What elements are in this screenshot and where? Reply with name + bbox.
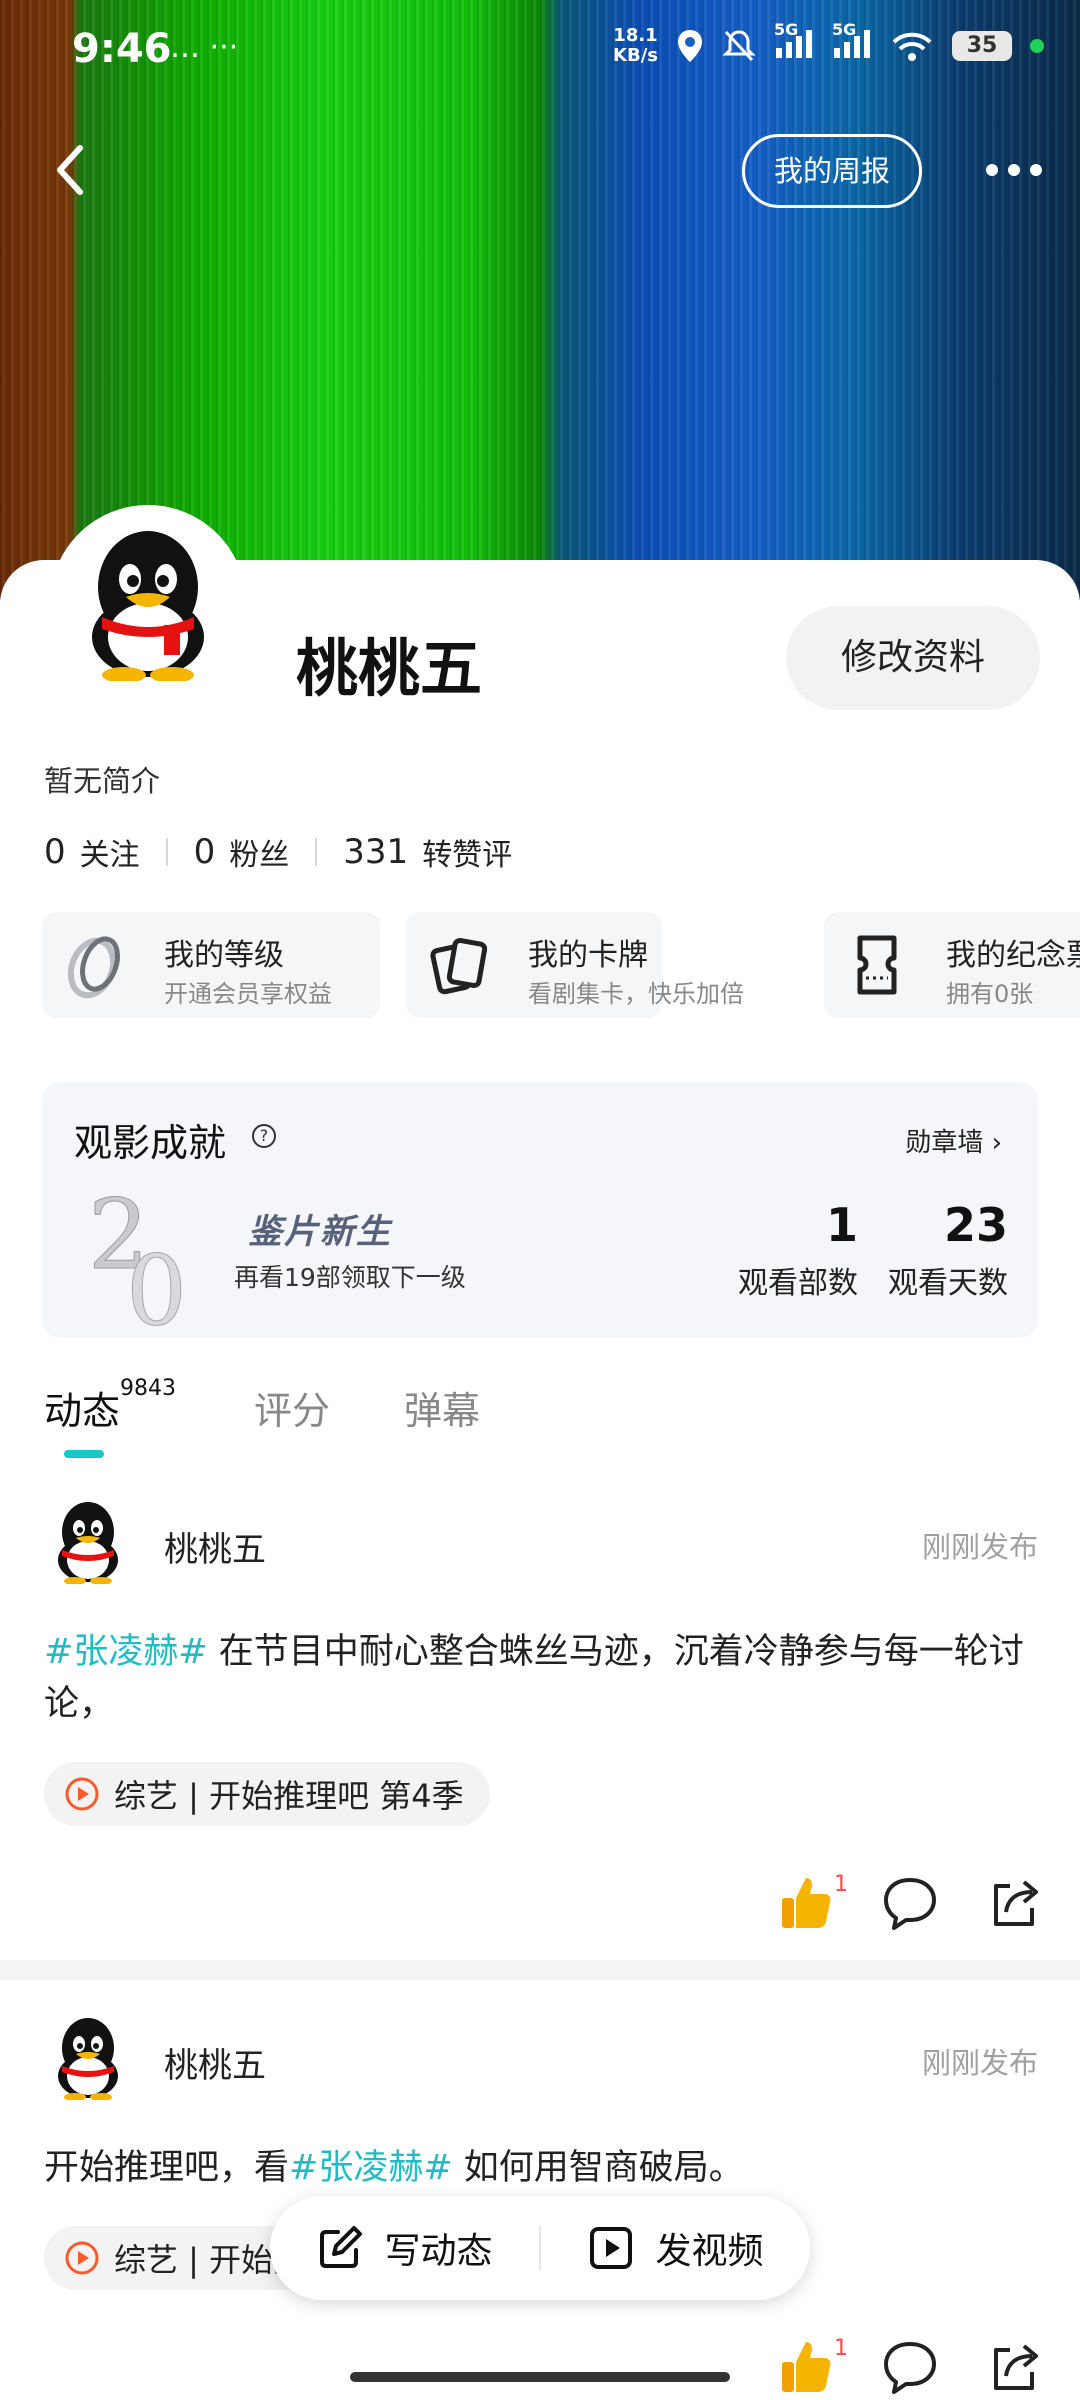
video-play-icon [590, 2227, 633, 2269]
quick-link-tickets[interactable]: 我的纪念票 拥有0张 [824, 912, 1080, 1018]
back-arrow-icon[interactable] [50, 140, 90, 200]
privacy-dot [1030, 39, 1044, 53]
watched-count-label: 观看部数 [738, 1266, 858, 1301]
avatar[interactable] [50, 505, 246, 701]
post-author-name[interactable]: 桃桃五 [164, 2038, 266, 2087]
tab-danmaku[interactable]: 弹幕 [404, 1380, 480, 1435]
home-indicator[interactable] [350, 2372, 730, 2382]
achievement-title: 观影成就 [74, 1121, 227, 1165]
level-badge-icon: 2 0 [88, 1179, 188, 1329]
watched-count-stat: 1 观看部数 [682, 1198, 858, 1302]
post-actions: 1 [776, 2336, 1044, 2396]
post-show-chip[interactable]: 综艺 | 开始推理吧 第4季 [44, 1762, 490, 1826]
post-actions: 1 [776, 1872, 1044, 1932]
post-text: #张凌赫# 在节目中耐心整合蛛丝马迹，沉着冷静参与每一轮讨论， [44, 1632, 1024, 1724]
watch-days-stat: 23 观看天数 [862, 1198, 1008, 1302]
help-icon[interactable]: ? [252, 1124, 276, 1148]
post-video-button[interactable]: 发视频 [541, 2222, 810, 2274]
achievement-level-name: 鉴片新生 [248, 1212, 392, 1252]
chevron-right-icon: › [991, 1128, 1002, 1158]
tab-ratings[interactable]: 评分 [254, 1380, 330, 1435]
more-options-icon[interactable] [982, 150, 1046, 190]
ring-icon [67, 936, 120, 999]
achievement-level-hint: 再看19部领取下一级 [234, 1263, 466, 1292]
play-circle-icon [65, 1777, 99, 1811]
following-count[interactable]: 0 [44, 832, 66, 872]
location-icon [678, 30, 702, 62]
followers-count[interactable]: 0 [194, 832, 216, 872]
quick-links-row: 我的等级 开通会员享权益 我的卡牌 看剧集卡，快乐加倍 我的纪念票 拥有0张 [42, 912, 1080, 1018]
post-hashtag[interactable]: #张凌赫# [289, 2148, 453, 2188]
posts-count-badge: 9843 [120, 1376, 177, 1401]
weekly-report-button[interactable]: 我的周报 [742, 134, 922, 208]
penguin-avatar-icon [92, 531, 204, 681]
author-avatar-icon[interactable] [46, 1500, 130, 1584]
play-circle-icon [65, 2241, 99, 2275]
status-notification-icons: … ··· [170, 30, 239, 65]
quick-link-subtitle: 开通会员享权益 [164, 980, 332, 1008]
ticket-icon [857, 935, 897, 995]
interactions-count[interactable]: 331 [343, 832, 408, 872]
post-text: 开始推理吧，看#张凌赫# 如何用智商破局。 [44, 2148, 744, 2188]
quick-link-cards[interactable]: 我的卡牌 看剧集卡，快乐加倍 [406, 912, 744, 1018]
like-count: 1 [834, 1872, 848, 1897]
cards-icon [430, 938, 488, 995]
watched-count-value: 1 [825, 1198, 858, 1252]
viewing-achievement-card[interactable]: 观影成就 ? 勋章墙 › 2 0 鉴片新生 再看19部领取下一级 1 观看部数 … [42, 1082, 1038, 1338]
quick-link-level[interactable]: 我的等级 开通会员享权益 [42, 912, 380, 1018]
post-hashtag[interactable]: #张凌赫# [44, 1632, 208, 1672]
quick-link-title: 我的纪念票 [946, 938, 1080, 973]
comment-icon[interactable] [880, 1872, 940, 1932]
like-button[interactable]: 1 [776, 2336, 848, 2396]
edit-pencil-icon [320, 2226, 363, 2268]
like-button[interactable]: 1 [776, 1872, 848, 1932]
post-timestamp: 刚刚发布 [921, 2046, 1038, 2080]
interactions-label[interactable]: 转赞评 [422, 830, 512, 874]
signal-5g-2: 5G [832, 20, 872, 64]
thumbs-up-icon [782, 2342, 831, 2392]
quick-link-title: 我的等级 [164, 938, 284, 973]
wifi-icon [892, 32, 932, 61]
profile-stats: 0 关注 0 粉丝 331 转赞评 [44, 830, 512, 874]
stats-divider [165, 838, 168, 866]
share-icon[interactable] [984, 2336, 1044, 2396]
following-label[interactable]: 关注 [80, 830, 140, 874]
status-time: 9:46 [72, 26, 172, 72]
write-post-button[interactable]: 写动态 [270, 2222, 539, 2274]
watch-days-label: 观看天数 [888, 1266, 1008, 1301]
watch-days-value: 23 [943, 1198, 1008, 1252]
post-timestamp: 刚刚发布 [921, 1530, 1038, 1564]
edit-profile-button[interactable]: 修改资料 [786, 606, 1040, 710]
mute-bell-icon [722, 30, 756, 62]
quick-link-title: 我的卡牌 [528, 938, 648, 973]
feed-divider [0, 1960, 1080, 1980]
signal-5g-1: 5G [774, 20, 814, 64]
tab-posts[interactable]: 动态9843 [44, 1376, 176, 1435]
battery-indicator: 35 [952, 31, 1012, 61]
floating-compose-bar: 写动态 发视频 [270, 2196, 810, 2300]
svg-text:0: 0 [126, 1235, 187, 1328]
stats-divider [315, 838, 318, 866]
medal-wall-link[interactable]: 勋章墙 › [905, 1122, 1002, 1159]
network-speed: 18.1 KB/s [613, 25, 658, 66]
profile-bio: 暂无简介 [44, 764, 161, 798]
post-author-name[interactable]: 桃桃五 [164, 1522, 266, 1571]
quick-link-subtitle: 看剧集卡，快乐加倍 [528, 980, 744, 1008]
author-avatar-icon[interactable] [46, 2016, 130, 2100]
share-icon[interactable] [984, 1872, 1044, 1932]
active-tab-indicator [64, 1450, 104, 1458]
like-count: 1 [834, 2336, 848, 2361]
quick-link-subtitle: 拥有0张 [946, 980, 1034, 1008]
profile-username: 桃桃五 [296, 632, 483, 705]
status-bar: 9:46 … ··· 18.1 KB/s 5G 5G 35 [0, 0, 1080, 100]
thumbs-up-icon [782, 1878, 831, 1928]
comment-icon[interactable] [880, 2336, 940, 2396]
followers-label[interactable]: 粉丝 [229, 830, 289, 874]
